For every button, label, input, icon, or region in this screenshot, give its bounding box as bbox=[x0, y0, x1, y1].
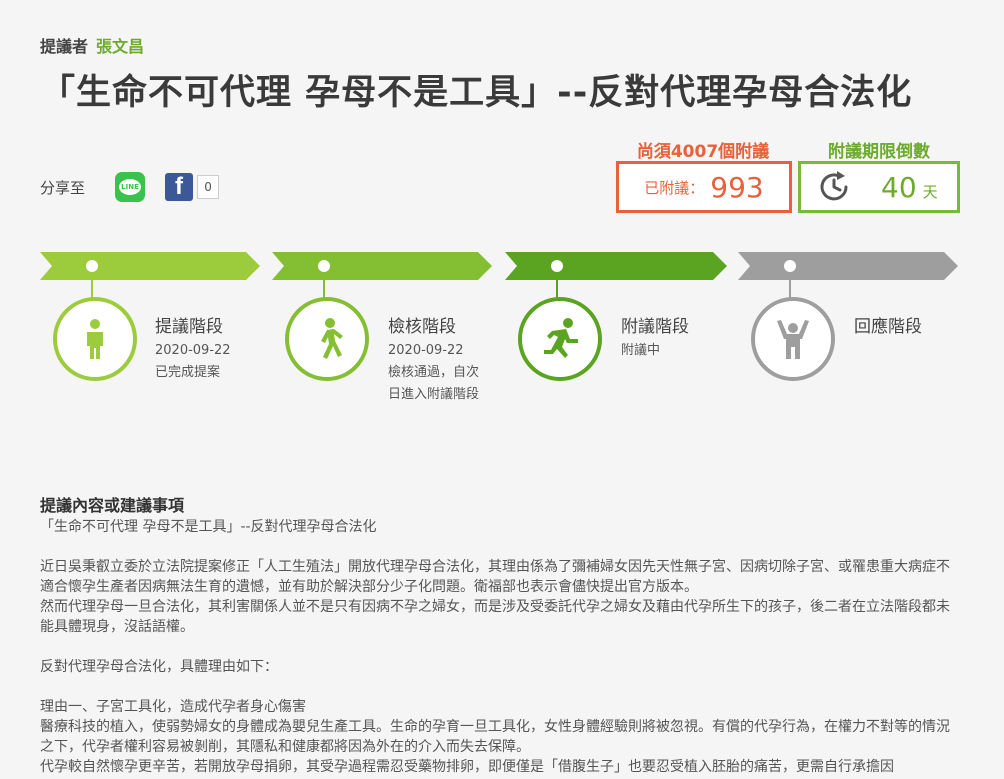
step-info-response: 回應階段 bbox=[854, 314, 922, 340]
step-title: 檢核階段 bbox=[388, 317, 456, 337]
walking-person-icon bbox=[321, 318, 343, 359]
content-subtitle: 「生命不可代理 孕母不是工具」--反對代理孕母合法化 bbox=[40, 519, 377, 535]
step-circle-review bbox=[285, 297, 369, 381]
running-person-icon bbox=[544, 318, 578, 358]
step-title: 回應階段 bbox=[854, 317, 922, 337]
clock-icon bbox=[820, 171, 848, 201]
content-paragraph: 然而代理孕母一旦合法化，其利害關係人並不是只有因病不孕之婦女，而是涉及受委託代孕… bbox=[40, 599, 950, 635]
step-status-cont: 日進入附議階段 bbox=[388, 387, 480, 402]
signatures-needed: 尚須4007個附議 bbox=[636, 142, 770, 162]
step-date: 2020-09-22 bbox=[155, 343, 231, 358]
step-circle-proposal bbox=[53, 297, 137, 381]
proposal-content: 提議內容或建議事項 「生命不可代理 孕母不是工具」--反對代理孕母合法化 近日吳… bbox=[40, 495, 960, 777]
step-status: 附議中 bbox=[621, 343, 661, 358]
step-info-review: 檢核階段 2020-09-22 檢核通過，自次 日進入附議階段 bbox=[388, 314, 479, 406]
content-paragraph: 代孕較自然懷孕更辛苦，若開放孕母捐卵，其受孕過程需忍受藥物排卵，即便僅是「借腹生… bbox=[40, 759, 894, 775]
proposer: 提議者 張文昌 bbox=[40, 33, 144, 57]
share-label: 分享至 bbox=[40, 178, 86, 197]
facebook-share-count: 0 bbox=[197, 175, 220, 199]
step-title: 提議階段 bbox=[155, 317, 223, 337]
step-circle-response bbox=[751, 297, 835, 381]
step-status: 檢核通過，自次 bbox=[388, 365, 480, 380]
days-remaining-box: 40 天 bbox=[798, 161, 960, 213]
step-bar-proposal bbox=[40, 252, 260, 280]
step-bar-cosign bbox=[505, 252, 727, 280]
content-paragraph: 近日吳秉叡立委於立法院提案修正「人工生殖法」開放代理孕母合法化，其理由係為了彌補… bbox=[40, 559, 950, 595]
proposer-label: 提議者 bbox=[40, 37, 89, 56]
share-bar: 分享至 LINE f 0 bbox=[40, 172, 220, 202]
progress-steps: 提議階段 2020-09-22 已完成提案 檢核階段 2020-09-22 檢核… bbox=[40, 252, 980, 412]
step-status: 已完成提案 bbox=[155, 365, 221, 380]
step-bar-response bbox=[738, 252, 958, 280]
step-date: 2020-09-22 bbox=[388, 343, 464, 358]
step-info-proposal: 提議階段 2020-09-22 已完成提案 bbox=[155, 314, 231, 384]
step-bar-review bbox=[272, 252, 492, 280]
step-circle-cosign bbox=[518, 297, 602, 381]
page-title: 「生命不可代理 孕母不是工具」--反對代理孕母合法化 bbox=[40, 73, 913, 113]
reason-title: 理由一、子宮工具化，造成代孕者身心傷害 bbox=[40, 699, 306, 715]
content-paragraph: 反對代理孕母合法化，具體理由如下： bbox=[40, 659, 278, 675]
content-paragraph: 醫療科技的植入，使弱勢婦女的身體成為嬰兒生產工具。生命的孕育一旦工具化，女性身體… bbox=[40, 719, 950, 755]
line-share-button[interactable]: LINE bbox=[115, 172, 146, 202]
facebook-icon: f bbox=[175, 173, 184, 200]
days-unit: 天 bbox=[922, 182, 938, 201]
signed-count-box: 已附議： 993 bbox=[616, 161, 792, 213]
step-title: 附議階段 bbox=[621, 317, 689, 337]
step-info-cosign: 附議階段 附議中 bbox=[621, 314, 689, 362]
step-connector bbox=[556, 272, 558, 300]
step-connector bbox=[789, 272, 791, 300]
proposer-name[interactable]: 張文昌 bbox=[96, 37, 144, 56]
days-remaining: 40 bbox=[881, 170, 917, 204]
line-icon: LINE bbox=[119, 179, 142, 195]
facebook-share-button[interactable]: f bbox=[165, 173, 194, 201]
signed-label: 已附議： bbox=[644, 178, 705, 197]
deadline-title: 附議期限倒數 bbox=[828, 142, 930, 162]
content-heading: 提議內容或建議事項 bbox=[40, 496, 185, 515]
signed-count: 993 bbox=[710, 170, 764, 204]
step-connector bbox=[323, 272, 325, 300]
step-connector bbox=[91, 272, 93, 300]
standing-person-icon bbox=[87, 319, 103, 359]
cheering-person-icon bbox=[777, 320, 809, 359]
